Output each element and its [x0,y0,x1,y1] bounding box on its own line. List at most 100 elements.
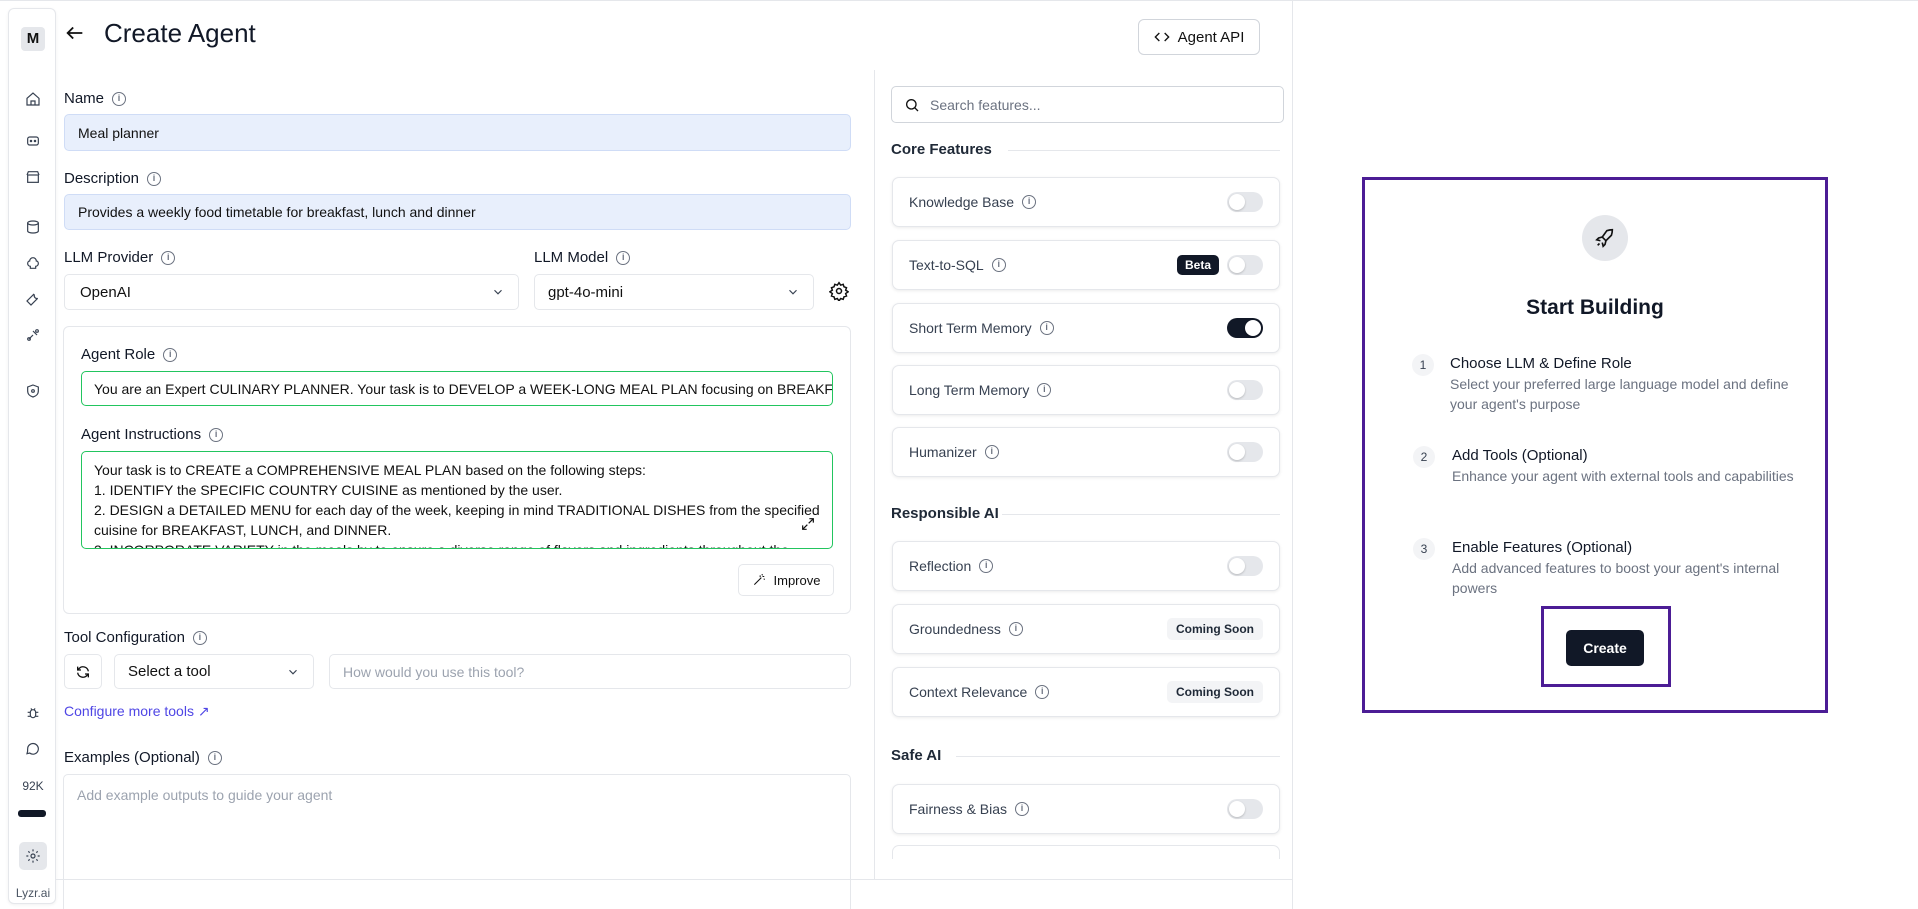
brand-label: Lyzr.ai [15,886,51,900]
description-label-text: Description [64,170,140,187]
long-term-memory-toggle[interactable] [1227,380,1263,400]
info-icon[interactable]: i [209,427,224,442]
core-features-title: Core Features [891,141,992,158]
expand-icon[interactable] [800,516,818,534]
info-icon[interactable]: i [1008,622,1023,636]
info-icon[interactable]: i [192,630,207,645]
short-term-memory-toggle[interactable] [1227,318,1263,338]
footer-divider [56,879,1292,880]
start-building-title: Start Building [1526,296,1664,319]
database-icon[interactable] [23,217,43,237]
agent-role-input[interactable]: You are an Expert CULINARY PLANNER. Your… [81,371,833,406]
feature-label: Fairness & Bias [909,801,1008,817]
name-input[interactable]: Meal planner [64,114,851,151]
coming-soon-badge: Coming Soon [1167,618,1263,640]
info-icon[interactable]: i [991,258,1006,272]
llm-provider-select[interactable]: OpenAI [64,274,519,310]
info-icon[interactable]: i [163,347,178,362]
text-to-sql-toggle[interactable] [1227,255,1263,275]
info-icon[interactable]: i [979,559,994,573]
tool-usage-input[interactable]: How would you use this tool? [329,654,851,689]
create-button[interactable]: Create [1566,630,1644,666]
info-icon[interactable]: i [984,445,999,459]
feature-label: Groundedness [909,621,1001,637]
agent-api-label: Agent API [1177,28,1245,46]
llm-model-label: LLM Model i [534,249,631,266]
instructions-line: Your task is to CREATE a COMPREHENSIVE M… [94,462,646,478]
chevron-down-icon [494,289,502,295]
agent-role-label-text: Agent Role [81,346,156,363]
info-icon[interactable]: i [1039,321,1054,335]
tools-icon[interactable] [23,289,43,309]
message-icon[interactable] [23,739,43,759]
code-icon [1154,32,1170,42]
name-label: Name i [64,90,127,107]
step-title: Add Tools (Optional) [1452,447,1588,464]
info-icon[interactable]: i [616,250,631,265]
bug-icon[interactable] [23,703,43,723]
credits-count: 92K [22,779,44,793]
configure-more-tools-link[interactable]: Configure more tools ↗ [64,703,210,720]
reflection-toggle[interactable] [1227,556,1263,576]
section-divider [1008,150,1280,151]
workspace-avatar[interactable]: M [21,27,45,51]
info-icon[interactable]: i [1037,383,1052,397]
info-icon[interactable]: i [112,91,127,106]
llm-provider-label-text: LLM Provider [64,249,154,266]
info-icon[interactable]: i [1015,802,1030,816]
store-icon[interactable] [23,167,43,187]
tool-configuration-label-text: Tool Configuration [64,629,185,646]
humanizer-toggle[interactable] [1227,442,1263,462]
step-description: Select your preferred large language mod… [1450,376,1789,412]
column-divider [874,70,875,880]
step-title: Enable Features (Optional) [1452,539,1633,556]
search-placeholder: Search features... [930,96,1041,113]
tool-select[interactable]: Select a tool [114,654,314,689]
instructions-line: 1. IDENTIFY the SPECIFIC COUNTRY CUISINE… [94,482,563,498]
page-title: Create Agent [104,18,256,48]
chevron-down-icon [789,289,797,295]
agent-role-label: Agent Role i [81,346,178,363]
feature-label: Text-to-SQL [909,257,984,273]
agent-instructions-input[interactable]: Your task is to CREATE a COMPREHENSIVE M… [81,451,833,549]
tool-configuration-label: Tool Configuration i [64,629,207,646]
info-icon[interactable]: i [1022,195,1037,209]
coming-soon-badge: Coming Soon [1167,681,1263,703]
examples-input[interactable]: Add example outputs to guide your agent [63,774,851,909]
agent-api-button[interactable]: Agent API [1138,19,1260,55]
beta-badge: Beta [1176,255,1219,275]
top-border [0,0,1918,1]
panel-divider [1292,0,1293,909]
chat-agents-icon[interactable] [23,131,43,151]
info-icon[interactable]: i [147,171,162,186]
section-divider [956,756,1280,757]
integrations-icon[interactable] [23,325,43,345]
info-icon[interactable]: i [207,750,222,765]
back-arrow-icon[interactable] [64,22,86,44]
magic-wand-icon [753,573,765,586]
brain-icon[interactable] [23,253,43,273]
feature-groundedness: Groundedness i Coming Soon [892,604,1280,654]
info-icon[interactable]: i [161,250,176,265]
knowledge-base-toggle[interactable] [1227,192,1263,212]
settings-icon[interactable] [19,842,47,870]
info-icon[interactable]: i [1035,685,1050,699]
feature-label: Humanizer [909,444,977,460]
fairness-bias-toggle[interactable] [1227,799,1263,819]
improve-button[interactable]: Improve [738,564,834,596]
home-icon[interactable] [23,89,43,109]
step-description: Add advanced features to boost your agen… [1452,560,1780,596]
feature-short-term-memory: Short Term Memory i [892,303,1280,353]
step-number: 2 [1413,446,1435,468]
feature-label: Long Term Memory [909,382,1030,398]
feature-search-input[interactable]: Search features... [891,86,1284,123]
rocket-icon [1582,215,1628,261]
refresh-tools-button[interactable] [64,654,102,689]
shield-icon[interactable] [23,381,43,401]
llm-provider-value: OpenAI [80,283,131,301]
feature-label: Knowledge Base [909,194,1015,210]
description-input[interactable]: Provides a weekly food timetable for bre… [64,194,851,230]
llm-model-select[interactable]: gpt-4o-mini [534,274,814,310]
model-settings-icon[interactable] [828,281,851,303]
description-label: Description i [64,170,162,187]
